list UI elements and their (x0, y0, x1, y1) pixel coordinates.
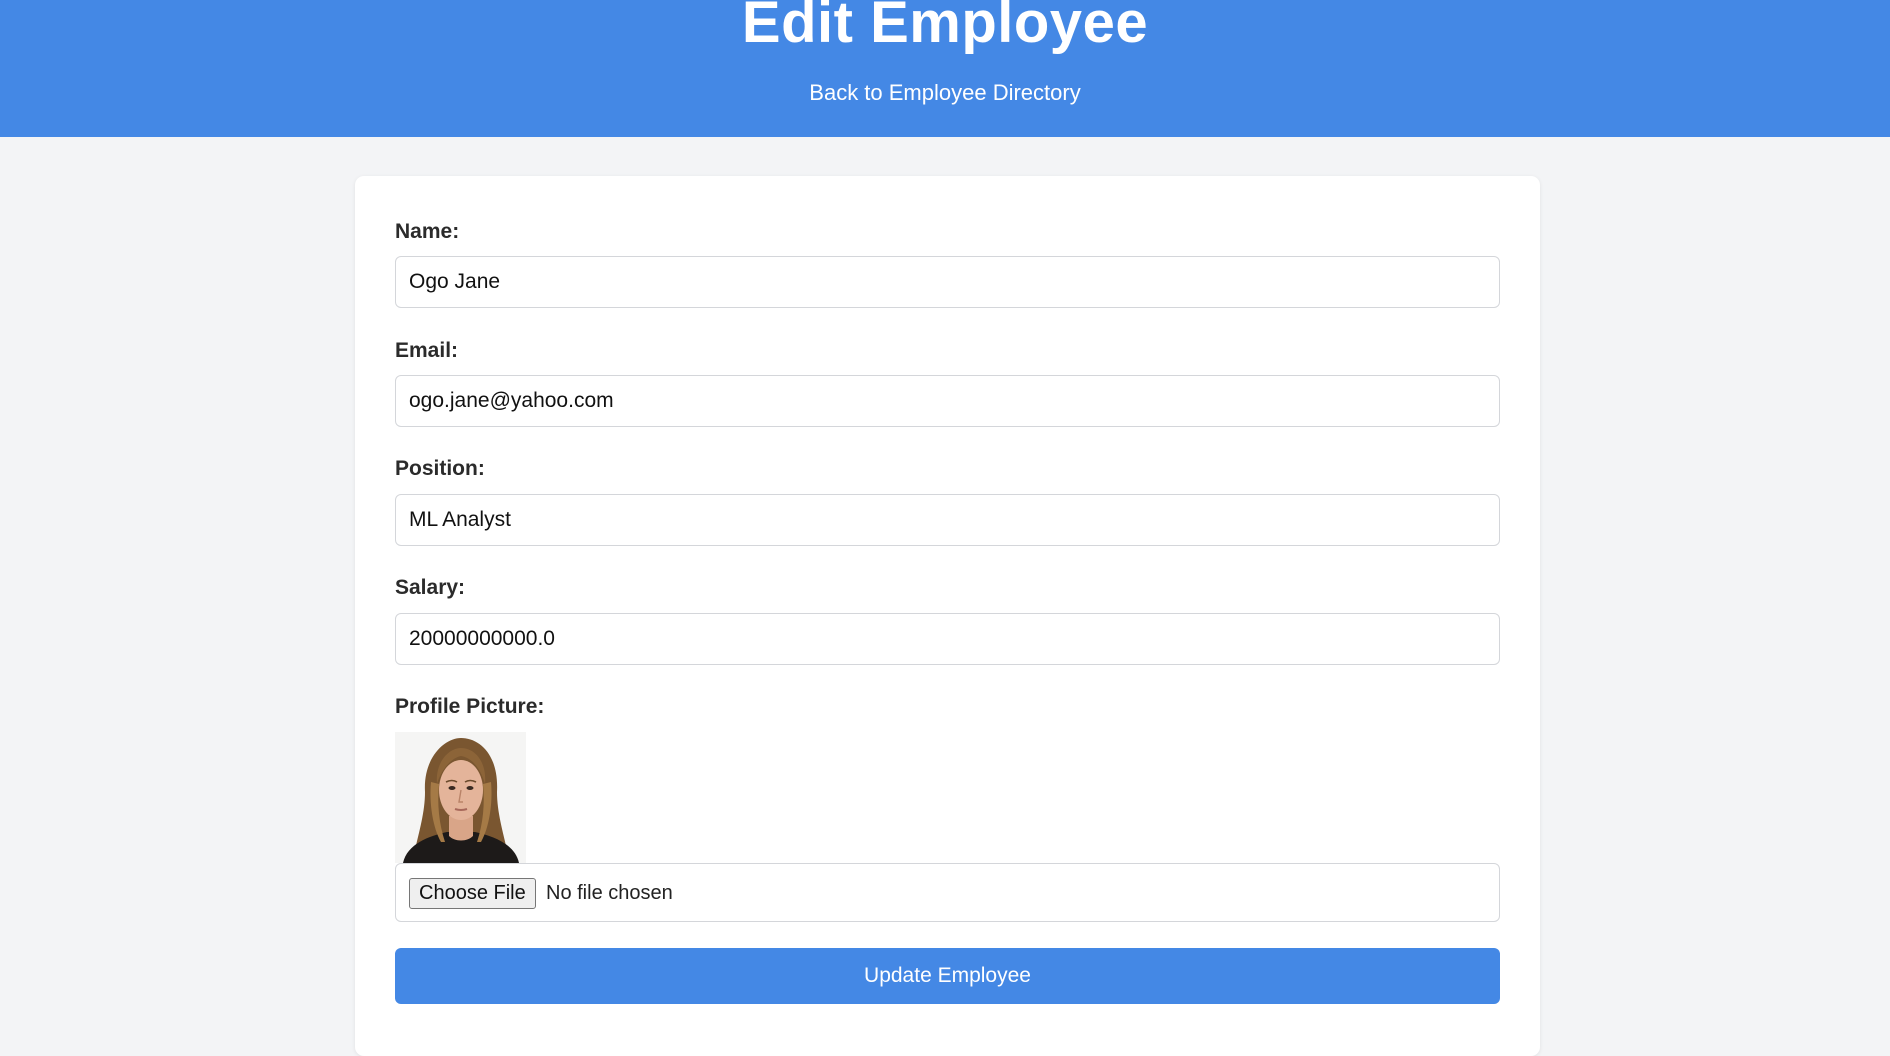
email-input[interactable] (395, 375, 1500, 427)
profile-photo-icon (395, 732, 526, 863)
name-label: Name: (395, 220, 460, 243)
file-status-text: No file chosen (546, 882, 673, 904)
position-input[interactable] (395, 494, 1500, 546)
update-employee-button[interactable]: Update Employee (395, 948, 1500, 1004)
salary-input[interactable] (395, 613, 1500, 665)
profile-picture-label: Profile Picture: (395, 695, 545, 718)
choose-file-button[interactable]: Choose File (409, 878, 536, 909)
page-title: Edit Employee (741, 0, 1149, 55)
back-to-directory-link[interactable]: Back to Employee Directory (0, 78, 1890, 108)
name-input[interactable] (395, 256, 1500, 308)
email-label: Email: (395, 339, 459, 362)
profile-picture-image (395, 732, 526, 863)
edit-employee-form: Name: Email: Position: Salary: Profile P… (355, 176, 1540, 1056)
profile-picture-file-input[interactable]: Choose File No file chosen (395, 863, 1500, 922)
position-label: Position: (395, 457, 485, 480)
page-header: Edit Employee Back to Employee Directory (0, 0, 1890, 137)
salary-label: Salary: (395, 576, 466, 599)
